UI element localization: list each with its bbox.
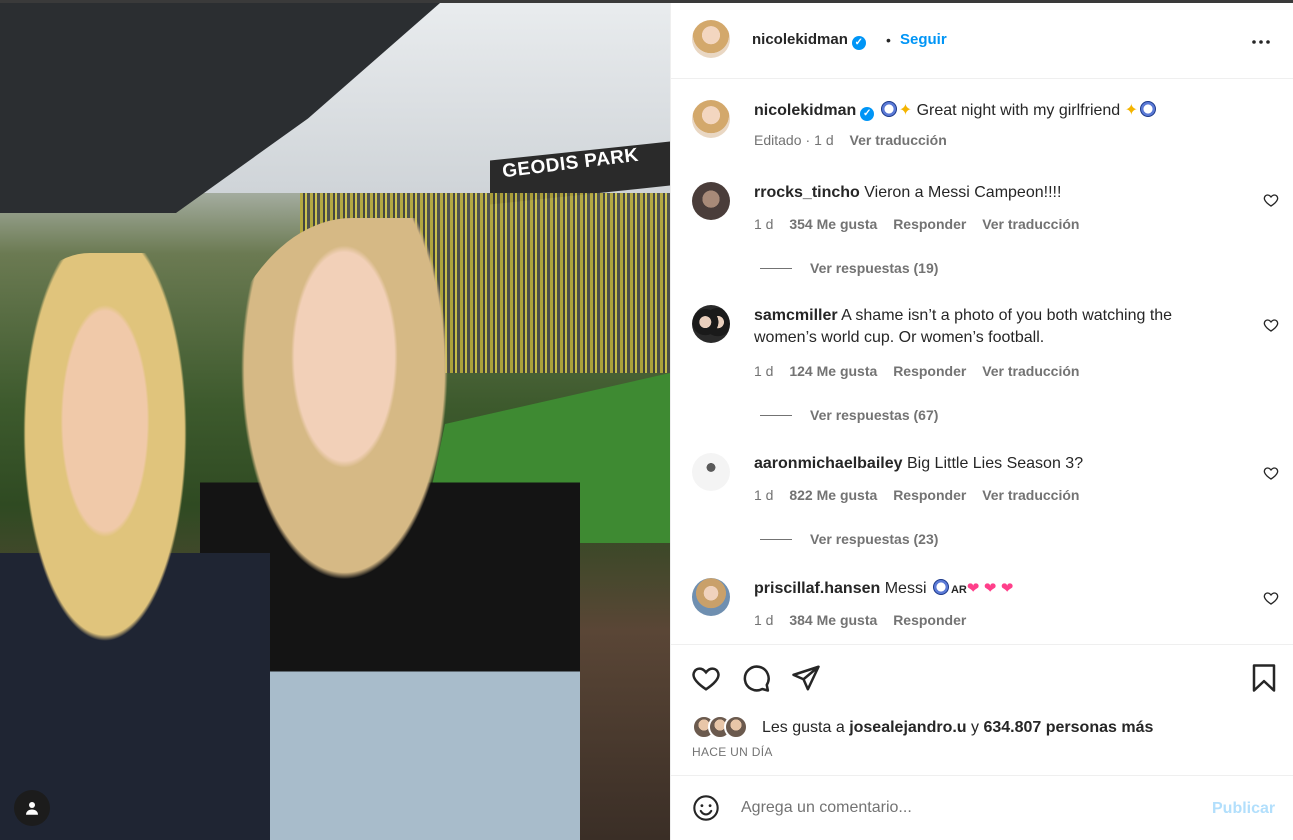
- post-time-ago[interactable]: HACE UN DÍA: [692, 745, 773, 759]
- caption-username[interactable]: nicolekidman: [754, 102, 856, 119]
- author-username[interactable]: nicolekidman ✓: [752, 31, 866, 50]
- liker-username[interactable]: josealejandro.u: [849, 719, 966, 736]
- translate-link[interactable]: Ver traducción: [982, 487, 1079, 503]
- commenter-username[interactable]: rrocks_tincho: [754, 184, 860, 201]
- translate-link[interactable]: Ver traducción: [982, 216, 1079, 232]
- post-side-panel: nicolekidman ✓ • Seguir nicolekidman ✓ ✦ G…: [670, 3, 1293, 840]
- soccer-ball-emoji: [1140, 101, 1157, 117]
- comment-likes[interactable]: 384 Me gusta: [789, 612, 877, 628]
- reply-button[interactable]: Responder: [893, 216, 966, 232]
- more-options-icon[interactable]: [1249, 30, 1273, 54]
- replies-line: [760, 539, 792, 540]
- replies-line: [760, 415, 792, 416]
- view-replies-label: Ver respuestas (23): [810, 531, 939, 547]
- comment-like-heart-icon[interactable]: [1263, 465, 1279, 481]
- comment-text: rrocks_tincho Vieron a Messi Campeon!!!!: [754, 182, 1234, 204]
- comment-likes[interactable]: 822 Me gusta: [789, 487, 877, 503]
- comment-time: 1 d: [754, 363, 774, 379]
- likes-others-link[interactable]: 634.807 personas más: [983, 719, 1153, 736]
- author-avatar[interactable]: [692, 20, 730, 58]
- comment-body: Messi: [884, 580, 927, 597]
- header-separator: •: [886, 32, 891, 48]
- caption-meta: Editado · 1 d Ver traducción: [754, 132, 959, 148]
- verified-badge-icon: ✓: [851, 36, 866, 50]
- post-actions: Les gusta a josealejandro.u y 634.807 pe…: [671, 644, 1293, 776]
- comment-likes[interactable]: 354 Me gusta: [789, 216, 877, 232]
- comment-text: samcmiller A shame isn’t a photo of you …: [754, 305, 1234, 349]
- view-replies-button[interactable]: Ver respuestas (23): [760, 531, 938, 547]
- commenter-avatar[interactable]: [692, 305, 730, 343]
- comment-time: 1 d: [754, 216, 774, 232]
- comment-text: aaronmichaelbailey Big Little Lies Seaso…: [754, 453, 1234, 475]
- commenter-avatar[interactable]: [692, 578, 730, 616]
- caption-separator: ·: [805, 132, 811, 148]
- view-replies-label: Ver respuestas (19): [810, 260, 939, 276]
- commenter-username[interactable]: samcmiller: [754, 307, 838, 324]
- commenter-avatar[interactable]: [692, 182, 730, 220]
- comment-text: priscillaf.hansen Messi AR❤ ❤ ❤: [754, 578, 1234, 601]
- caption-time: 1 d: [814, 132, 834, 148]
- replies-line: [760, 268, 792, 269]
- view-replies-button[interactable]: Ver respuestas (19): [760, 260, 938, 276]
- commenter-username[interactable]: priscillaf.hansen: [754, 580, 880, 597]
- share-icon[interactable]: [791, 663, 821, 693]
- comment-icon[interactable]: [741, 663, 771, 693]
- comment-time: 1 d: [754, 612, 774, 628]
- view-replies-label: Ver respuestas (67): [810, 407, 939, 423]
- reply-button[interactable]: Responder: [893, 363, 966, 379]
- soccer-ball-emoji: [880, 101, 897, 117]
- sparkles-emoji: ✦: [1124, 102, 1139, 119]
- post-header: nicolekidman ✓ • Seguir: [671, 3, 1293, 79]
- caption-author-avatar[interactable]: [692, 100, 730, 138]
- comment-body: Vieron a Messi Campeon!!!!: [864, 184, 1062, 201]
- bookmark-icon[interactable]: [1249, 663, 1279, 693]
- comment-time: 1 d: [754, 487, 774, 503]
- soccer-ball-emoji: [932, 579, 949, 595]
- comment-like-heart-icon[interactable]: [1263, 192, 1279, 208]
- likes-prefix: Les gusta a: [762, 719, 845, 736]
- heart-icon[interactable]: [691, 663, 721, 693]
- liker-avatar: [724, 715, 748, 739]
- comment-composer: Publicar: [671, 776, 1293, 840]
- comment-like-heart-icon[interactable]: [1263, 317, 1279, 333]
- two-hearts-emoji: ❤: [1000, 580, 1014, 597]
- reply-button[interactable]: Responder: [893, 612, 966, 628]
- commenter-username[interactable]: aaronmichaelbailey: [754, 455, 903, 472]
- post-photo[interactable]: GEODIS PARK: [0, 3, 670, 840]
- commenter-avatar[interactable]: [692, 453, 730, 491]
- reply-button[interactable]: Responder: [893, 487, 966, 503]
- likes-conj: y: [971, 719, 980, 736]
- comment-meta: 1 d 124 Me gusta Responder Ver traducció…: [754, 363, 1091, 379]
- comment-input[interactable]: [741, 792, 1191, 824]
- likers-avatars[interactable]: [692, 715, 756, 741]
- user-tag-button[interactable]: [14, 790, 50, 826]
- comment-likes[interactable]: 124 Me gusta: [789, 363, 877, 379]
- follow-button[interactable]: Seguir: [900, 31, 947, 48]
- photo-person-left: [0, 253, 270, 840]
- comment-meta: 1 d 384 Me gusta Responder: [754, 612, 978, 628]
- comments-list[interactable]: nicolekidman ✓ ✦ Great night with my girl…: [671, 79, 1293, 644]
- translate-link[interactable]: Ver traducción: [982, 363, 1079, 379]
- comment-meta: 1 d 354 Me gusta Responder Ver traducció…: [754, 216, 1091, 232]
- publish-button[interactable]: Publicar: [1212, 800, 1275, 818]
- likes-summary: Les gusta a josealejandro.u y 634.807 pe…: [762, 719, 1153, 737]
- caption-edited: Editado: [754, 132, 802, 148]
- two-hearts-emoji: ❤: [983, 580, 997, 597]
- user-tag-icon: [26, 802, 38, 815]
- sparkles-emoji: ✦: [898, 102, 913, 119]
- view-replies-button[interactable]: Ver respuestas (67): [760, 407, 938, 423]
- caption-body: Great night with my girlfriend: [916, 102, 1121, 119]
- comment-like-heart-icon[interactable]: [1263, 590, 1279, 606]
- caption-translate-link[interactable]: Ver traducción: [850, 132, 947, 148]
- comment-body: Big Little Lies Season 3?: [906, 455, 1084, 472]
- emoji-icon[interactable]: [692, 794, 720, 822]
- caption-text: nicolekidman ✓ ✦ Great night with my girl…: [754, 100, 1234, 122]
- flag-emoji: AR: [950, 584, 967, 596]
- comment-meta: 1 d 822 Me gusta Responder Ver traducció…: [754, 487, 1091, 503]
- two-hearts-emoji: ❤: [966, 580, 980, 597]
- verified-badge-icon: ✓: [860, 107, 875, 121]
